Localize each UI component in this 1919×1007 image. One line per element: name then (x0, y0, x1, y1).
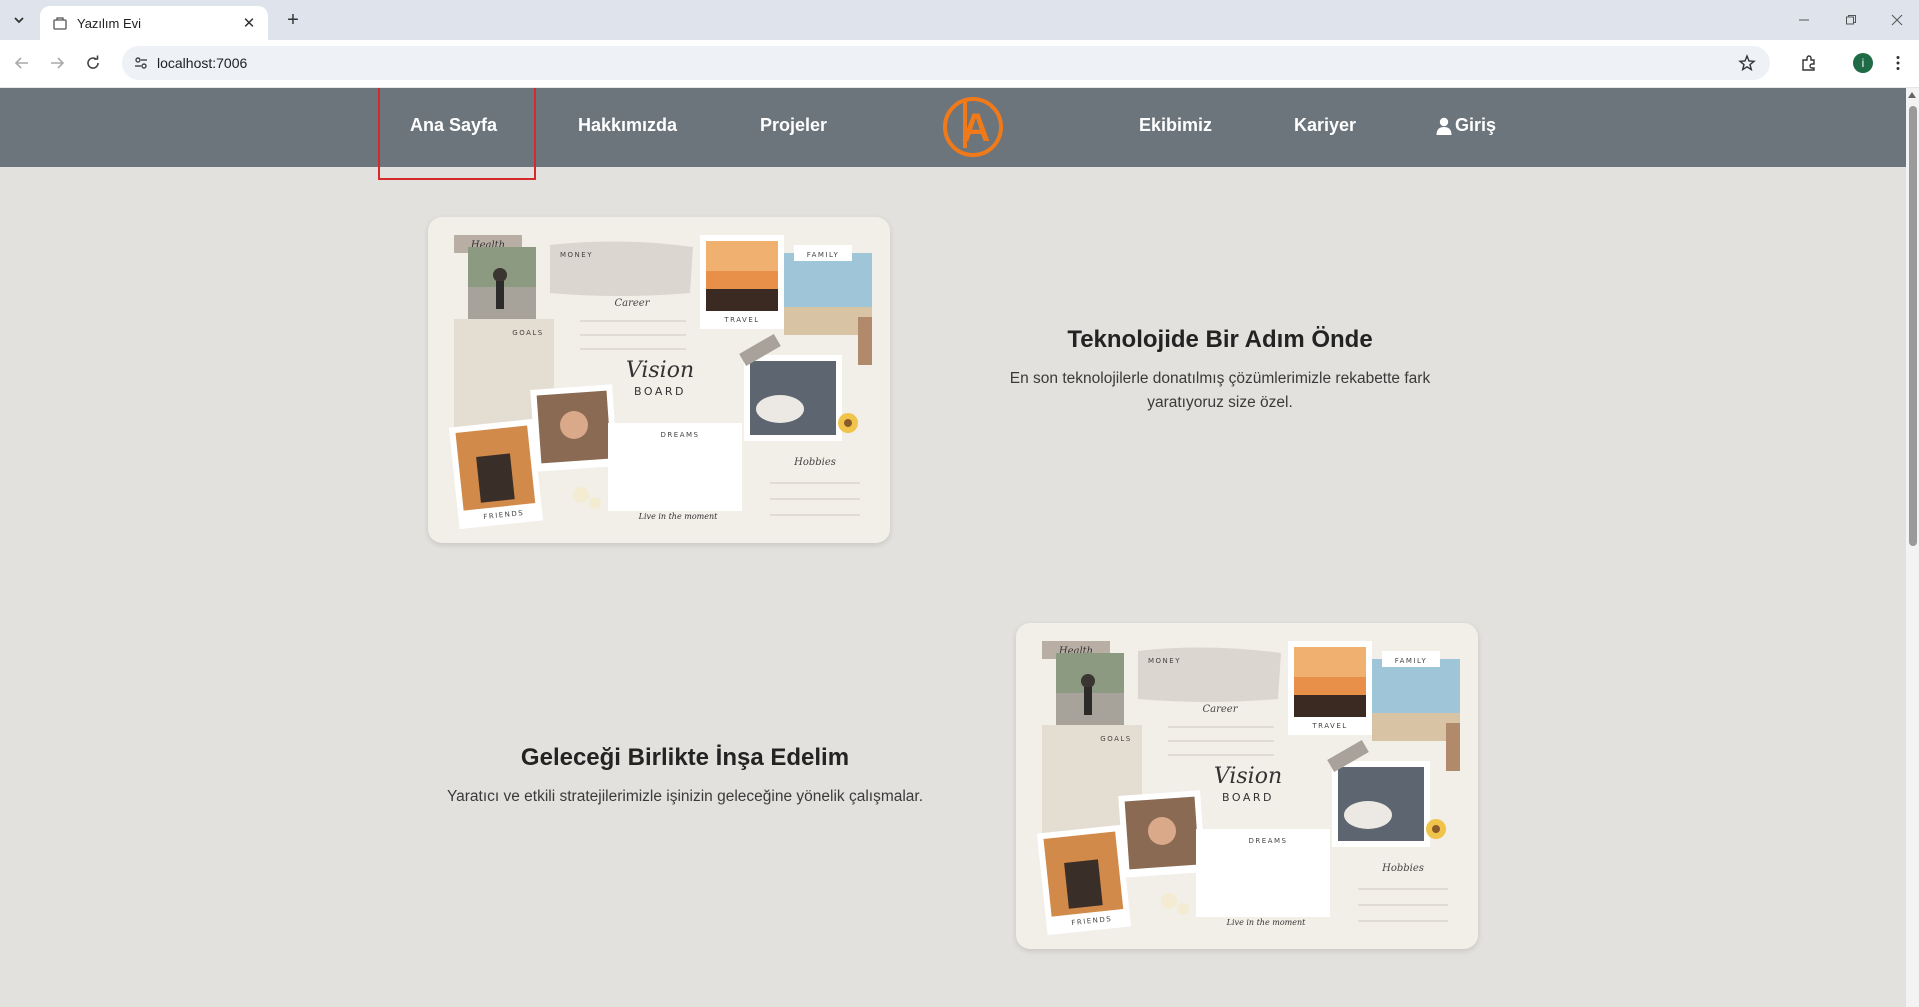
scroll-up-arrow[interactable] (1908, 92, 1916, 98)
svg-text:BOARD: BOARD (634, 385, 686, 398)
vision-board-image: Health GOALS MONEY Career TRAVEL FAMILY … (1036, 641, 1460, 936)
reload-icon[interactable] (81, 51, 105, 75)
vision-board-card-1: Health GOALS MONEY Career TRAVEL FAMILY … (428, 217, 890, 543)
tab-strip: Yazılım Evi ✕ + (0, 0, 1919, 40)
minimize-icon[interactable] (1792, 8, 1816, 32)
svg-text:DREAMS: DREAMS (661, 431, 700, 439)
section-1-text: Teknolojide Bir Adım Önde En son teknolo… (960, 326, 1480, 415)
tab-title: Yazılım Evi (77, 15, 142, 31)
section-2-desc-line1: Yaratıcı ve etkili stratejilerimizle işi… (446, 788, 924, 805)
svg-text:BOARD: BOARD (1222, 791, 1274, 804)
nav-home-highlight (378, 88, 536, 180)
restore-icon[interactable] (1839, 8, 1863, 32)
menu-icon[interactable] (1887, 52, 1909, 74)
nav-login[interactable]: Giriş (1436, 115, 1496, 136)
svg-text:GOALS: GOALS (1100, 735, 1131, 743)
nav-about[interactable]: Hakkımızda (578, 115, 677, 136)
nav-team[interactable]: Ekibimiz (1139, 115, 1212, 136)
browser-tab[interactable]: Yazılım Evi ✕ (40, 6, 268, 40)
plus-icon[interactable]: + (282, 9, 304, 31)
svg-text:Live in the moment: Live in the moment (638, 512, 718, 521)
vision-board-card-2: Health GOALS MONEY Career TRAVEL FAMILY … (1016, 623, 1478, 949)
svg-text:Vision: Vision (626, 358, 694, 383)
svg-text:DREAMS: DREAMS (1249, 837, 1288, 845)
page-scrollbar[interactable] (1906, 88, 1919, 1007)
site-navbar: Ana Sayfa Hakkımızda Projeler A Ekibimiz… (0, 88, 1906, 167)
site-logo[interactable]: A (940, 94, 1006, 160)
logo-letter: A (962, 106, 991, 150)
svg-text:Career: Career (614, 298, 650, 309)
svg-text:TRAVEL: TRAVEL (723, 316, 759, 324)
favicon-icon (52, 15, 68, 31)
login-label: Giriş (1455, 115, 1497, 135)
section-2-title: Geleceği Birlikte İnşa Edelim (520, 744, 850, 771)
section-1-desc: En son teknolojilerle donatılmış çözümle… (960, 367, 1480, 415)
svg-text:Vision: Vision (1214, 764, 1282, 789)
url-text: localhost:7006 (157, 55, 248, 71)
svg-text:Hobbies: Hobbies (793, 457, 836, 468)
section-1-desc-line1: En son teknolojilerle donatılmış çözümle… (1009, 370, 1431, 387)
close-icon[interactable]: ✕ (240, 14, 258, 32)
extensions-icon[interactable] (1798, 52, 1820, 74)
svg-text:Hobbies: Hobbies (1381, 863, 1424, 874)
site-info-icon[interactable] (132, 54, 150, 72)
nav-career[interactable]: Kariyer (1294, 115, 1356, 136)
user-icon (1436, 117, 1452, 135)
svg-text:GOALS: GOALS (512, 329, 543, 337)
svg-text:MONEY: MONEY (1148, 657, 1181, 665)
svg-text:Live in the moment: Live in the moment (1226, 918, 1306, 927)
svg-text:FAMILY: FAMILY (1395, 657, 1428, 665)
svg-text:Career: Career (1202, 704, 1238, 715)
section-2-desc: Yaratıcı ve etkili stratejilerimizle işi… (420, 785, 950, 809)
svg-text:FAMILY: FAMILY (807, 251, 840, 259)
browser-toolbar: localhost:7006 (0, 40, 1919, 88)
section-1-desc-line2: yaratıyoruz size özel. (1147, 394, 1293, 411)
scroll-thumb[interactable] (1909, 106, 1917, 546)
forward-icon[interactable] (45, 51, 69, 75)
svg-text:TRAVEL: TRAVEL (1311, 722, 1347, 730)
star-icon[interactable] (1738, 54, 1756, 72)
address-bar[interactable]: localhost:7006 (122, 46, 1770, 80)
section-2-text: Geleceği Birlikte İnşa Edelim Yaratıcı v… (420, 744, 950, 809)
back-icon[interactable] (10, 51, 34, 75)
tab-search-icon[interactable] (7, 8, 31, 32)
page-viewport: Ana Sayfa Hakkımızda Projeler A Ekibimiz… (0, 88, 1906, 1007)
section-1-title: Teknolojide Bir Adım Önde (1067, 326, 1373, 353)
profile-avatar[interactable]: i (1853, 53, 1873, 73)
window-close-icon[interactable] (1885, 8, 1909, 32)
svg-text:MONEY: MONEY (560, 251, 593, 259)
vision-board-image: Health GOALS MONEY Career TRAVEL FAMILY … (448, 235, 872, 530)
nav-projects[interactable]: Projeler (760, 115, 827, 136)
